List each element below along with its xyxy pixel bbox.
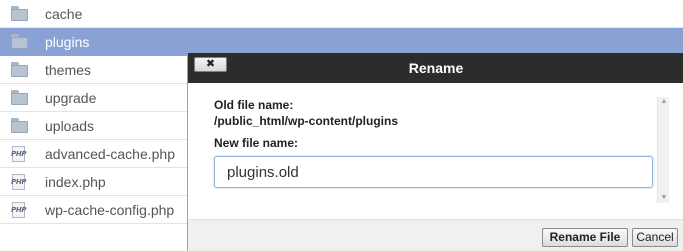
new-file-name-label: New file name:	[214, 136, 299, 150]
rename-dialog: Rename ✖ Old file name: /public_html/wp-…	[187, 53, 683, 251]
file-name: wp-cache-config.php	[45, 202, 175, 218]
scroll-down-icon[interactable]: ▼	[658, 193, 670, 203]
cancel-button[interactable]: Cancel	[632, 228, 678, 247]
file-name: advanced-cache.php	[45, 146, 175, 162]
file-row-plugins[interactable]: plugins	[0, 28, 683, 56]
dialog-title: Rename	[408, 60, 464, 76]
file-name: themes	[45, 62, 91, 78]
folder-icon	[11, 62, 29, 78]
scroll-up-icon[interactable]: ▲	[658, 97, 670, 107]
folder-icon	[11, 6, 29, 22]
old-file-name-value: /public_html/wp-content/plugins	[214, 114, 398, 128]
php-file-icon: PHP	[11, 202, 27, 219]
old-file-name-label: Old file name:	[214, 98, 294, 112]
dialog-footer: Rename File Cancel	[188, 219, 683, 251]
dialog-scrollbar[interactable]: ▲ ▼	[657, 97, 669, 203]
folder-icon	[11, 90, 29, 106]
file-name: upgrade	[45, 90, 97, 106]
file-name: uploads	[45, 118, 95, 134]
file-name: index.php	[45, 174, 106, 190]
file-row-cache[interactable]: cache	[0, 0, 683, 28]
dialog-body: Old file name: /public_html/wp-content/p…	[200, 93, 669, 219]
file-name: plugins	[45, 34, 90, 50]
folder-icon	[11, 34, 29, 50]
rename-file-button[interactable]: Rename File	[542, 228, 628, 247]
file-name: cache	[45, 6, 83, 22]
dialog-header: Rename ✖	[188, 53, 683, 83]
php-file-icon: PHP	[11, 146, 27, 163]
close-button[interactable]: ✖	[194, 57, 227, 72]
folder-icon	[11, 118, 29, 134]
new-file-name-input[interactable]	[214, 156, 653, 188]
php-file-icon: PHP	[11, 174, 27, 191]
